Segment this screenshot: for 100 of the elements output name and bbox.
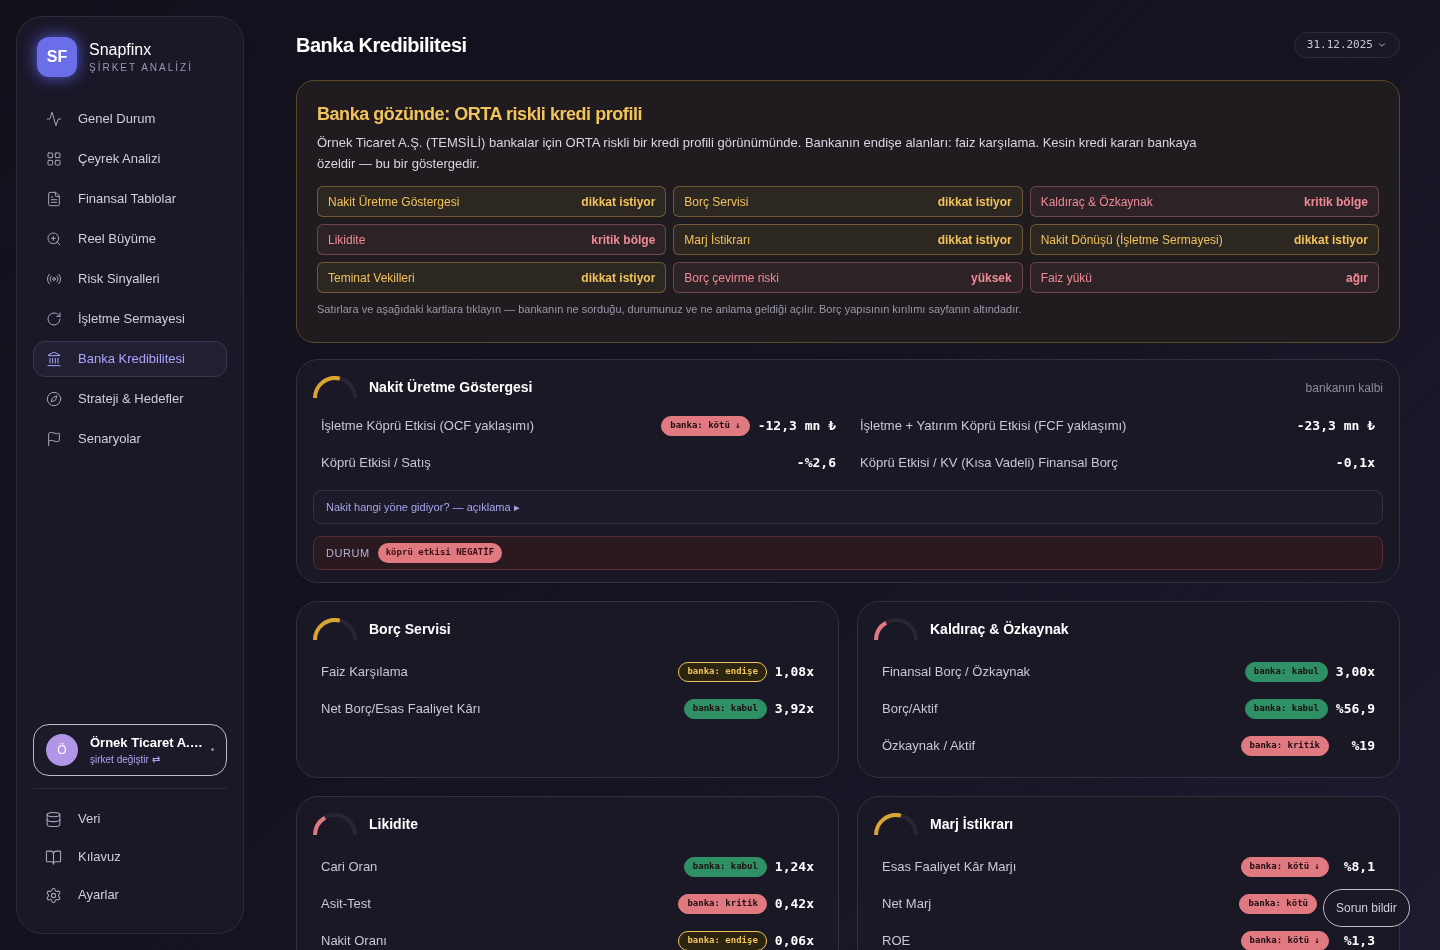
nav-item[interactable]: Strateji & Hedefler bbox=[33, 381, 227, 417]
footer-nav-item[interactable]: Ayarlar bbox=[33, 877, 227, 913]
metric-card[interactable]: Borç Servisi Faiz Karşılama banka: endişe 1,08x Net Borç/Esas Faaliyet Kârı banka: kabul 3,92x bbox=[296, 600, 839, 778]
summary-text: Örnek Ticaret A.Ş. (TEMSİLİ) bankalar için ORTA riskli bir kredi profili görünümünde. Bankanın endişe alanları: faiz karşılama. Kesin kredi kararı bankaya özeldir — bu bir göstergedir. bbox=[317, 134, 1198, 173]
settings-icon bbox=[45, 886, 62, 904]
refresh-icon bbox=[46, 311, 62, 327]
summary-title: Banka gözünde: ORTA riskli kredi profili bbox=[317, 103, 644, 126]
card-note: bankanın kalbi bbox=[1305, 379, 1383, 397]
risk-area-label: Faiz yükü bbox=[1040, 269, 1092, 287]
metric-label: Özkaynak / Aktif bbox=[882, 737, 977, 756]
caret-icon bbox=[1377, 40, 1387, 50]
risk-area-label: Teminat Vekilleri bbox=[328, 269, 415, 287]
metric-label: Cari Oran bbox=[321, 858, 379, 877]
metric-value: 1,08x bbox=[774, 663, 814, 682]
metric-label: İşletme Köprü Etkisi (OCF yaklaşımı) bbox=[321, 417, 536, 436]
risk-area-status: kritik bölge bbox=[591, 231, 656, 249]
card-title: Nakit Üretme Göstergesi bbox=[369, 378, 534, 397]
document-icon bbox=[46, 191, 62, 207]
status-badge: köprü etkisi NEGATİF bbox=[377, 543, 503, 563]
metric-value: 3,92x bbox=[774, 700, 814, 719]
metric-label: Esas Faaliyet Kâr Marjı bbox=[882, 858, 1018, 877]
risk-area-status: kritik bölge bbox=[1304, 193, 1368, 211]
metric-value: -12,3 mn ₺ bbox=[757, 417, 836, 436]
metric-card[interactable] bbox=[296, 358, 1400, 583]
page-title: Banka Kredibilitesi bbox=[296, 33, 467, 58]
nav-item[interactable]: Çeyrek Analizi bbox=[33, 141, 227, 177]
status-label: DURUM bbox=[326, 545, 370, 561]
risk-area-row[interactable]: Likidite kritik bölge bbox=[317, 224, 667, 255]
bank-rating-badge: banka: kritik bbox=[678, 894, 767, 914]
risk-area-row[interactable]: Borç çevirme riski yüksek bbox=[673, 262, 1023, 293]
metric-label: Köprü Etkisi / Satış bbox=[321, 454, 432, 473]
pulse-icon bbox=[46, 111, 62, 127]
metric-card[interactable]: Kaldıraç & Özkaynak Finansal Borç / Özkaynak banka: kabul 3,00x Borç/Aktif banka: kabul %56,9 Özkaynak / Aktif banka: kritik %19 bbox=[857, 600, 1400, 778]
explanation-toggle[interactable]: Nakit hangi yöne gidiyor? — açıklama ▸ bbox=[313, 489, 1383, 524]
zoom-icon bbox=[46, 231, 62, 247]
metric-value: 1,24x bbox=[774, 858, 814, 877]
nav-item[interactable]: Senaryolar bbox=[33, 421, 227, 457]
risk-area-label: Borç Servisi bbox=[684, 193, 749, 211]
metric-label: Net Borç/Esas Faaliyet Kârı bbox=[321, 700, 482, 719]
card-title: Borç Servisi bbox=[369, 620, 452, 639]
metric-label: Asit-Test bbox=[321, 895, 372, 914]
database-icon bbox=[45, 810, 62, 828]
footer-nav-item[interactable]: Kılavuz bbox=[33, 839, 227, 875]
risk-area-row[interactable]: Marj İstikrarı dikkat istiyor bbox=[673, 224, 1023, 255]
bank-rating-badge: banka: kötü ↓ bbox=[661, 416, 750, 436]
metric-value: 0,06x bbox=[774, 932, 814, 950]
flag-icon bbox=[46, 431, 62, 447]
card-title: Likidite bbox=[369, 815, 419, 834]
metric-label: ROE bbox=[882, 932, 912, 950]
bank-rating-badge: banka: endişe bbox=[678, 662, 767, 682]
signal-icon bbox=[46, 271, 62, 287]
brand-tagline: ŞİRKET ANALİZİ bbox=[89, 60, 193, 75]
risk-area-status: dikkat istiyor bbox=[937, 193, 1012, 211]
nav-item[interactable]: Genel Durum bbox=[33, 101, 227, 137]
bank-rating-badge: banka: kötü ↓ bbox=[1240, 931, 1329, 950]
company-switcher[interactable]: Ö Örnek Ticaret A.… şirket değiştir ⇄ bbox=[33, 723, 227, 776]
metric-value: -23,3 mn ₺ bbox=[1296, 417, 1375, 436]
risk-area-status: dikkat istiyor bbox=[581, 193, 656, 211]
risk-area-label: Likidite bbox=[328, 231, 366, 249]
hint-text: Satırlara ve aşağıdaki kartlara tıklayın — bankanın ne sorduğu, durumunuz ve ne anlama geldiği açılır. Borç yapısının kırılımı sayfanın altındadır. bbox=[317, 302, 1023, 317]
company-avatar: Ö bbox=[46, 733, 78, 766]
switch-company-link[interactable]: şirket değiştir ⇄ bbox=[90, 752, 199, 767]
nav-item[interactable]: Risk Sinyalleri bbox=[33, 261, 227, 297]
metric-value: %56,9 bbox=[1335, 700, 1375, 719]
risk-area-row[interactable]: Teminat Vekilleri dikkat istiyor bbox=[317, 262, 667, 293]
nav-item[interactable]: Finansal Tablolar bbox=[33, 181, 227, 217]
risk-area-row[interactable]: Kaldıraç & Özkaynak kritik bölge bbox=[1029, 186, 1379, 217]
nav-item[interactable]: Banka Kredibilitesi bbox=[33, 341, 227, 377]
bank-rating-badge: banka: kabul bbox=[683, 857, 767, 877]
risk-area-row[interactable]: Nakit Dönüşü (İşletme Sermayesi) dikkat istiyor bbox=[1029, 224, 1379, 255]
footer-nav-item[interactable]: Veri bbox=[33, 801, 227, 837]
metric-value: %1,3 bbox=[1342, 932, 1375, 950]
risk-area-row[interactable]: Nakit Üretme Göstergesi dikkat istiyor bbox=[317, 186, 667, 217]
risk-area-row[interactable]: Faiz yükü ağır bbox=[1029, 262, 1379, 293]
metric-value: 0,42x bbox=[774, 895, 814, 914]
metric-label: Faiz Karşılama bbox=[321, 663, 409, 682]
bank-rating-badge: banka: kötü bbox=[1239, 894, 1317, 914]
brand-name: Snapfinx bbox=[89, 39, 153, 60]
metric-value: -%2,6 bbox=[796, 454, 836, 473]
metric-value: %8,1 bbox=[1342, 858, 1375, 877]
report-issue-button[interactable]: Sorun bildir bbox=[1323, 889, 1410, 927]
metric-label: Borç/Aktif bbox=[882, 700, 939, 719]
metric-card[interactable]: Likidite Cari Oran banka: kabul 1,24x Asit-Test banka: kritik 0,42x Nakit Oranı banka: endişe 0,06x bbox=[296, 795, 839, 950]
compass-icon bbox=[46, 391, 62, 407]
brand-logo: SF bbox=[37, 37, 77, 77]
risk-area-row[interactable]: Borç Servisi dikkat istiyor bbox=[673, 186, 1023, 217]
metric-value: 3,00x bbox=[1335, 663, 1375, 682]
date-selector[interactable]: 31.12.2025 bbox=[1293, 31, 1400, 59]
metric-value: %19 bbox=[1350, 737, 1375, 756]
card-title: Marj İstikrarı bbox=[930, 815, 1015, 834]
bank-rating-badge: banka: kabul bbox=[1244, 699, 1328, 719]
risk-area-status: dikkat istiyor bbox=[937, 231, 1012, 249]
bank-rating-badge: banka: kabul bbox=[1244, 662, 1328, 682]
nav-item[interactable]: İşletme Sermayesi bbox=[33, 301, 227, 337]
nav-item[interactable]: Reel Büyüme bbox=[33, 221, 227, 257]
metric-label: Finansal Borç / Özkaynak bbox=[882, 663, 1032, 682]
risk-area-label: Nakit Dönüşü (İşletme Sermayesi) bbox=[1040, 231, 1223, 249]
card-title: Kaldıraç & Özkaynak bbox=[930, 620, 1070, 639]
metric-label: Net Marj bbox=[882, 895, 933, 914]
metric-label: Nakit Oranı bbox=[321, 932, 388, 950]
